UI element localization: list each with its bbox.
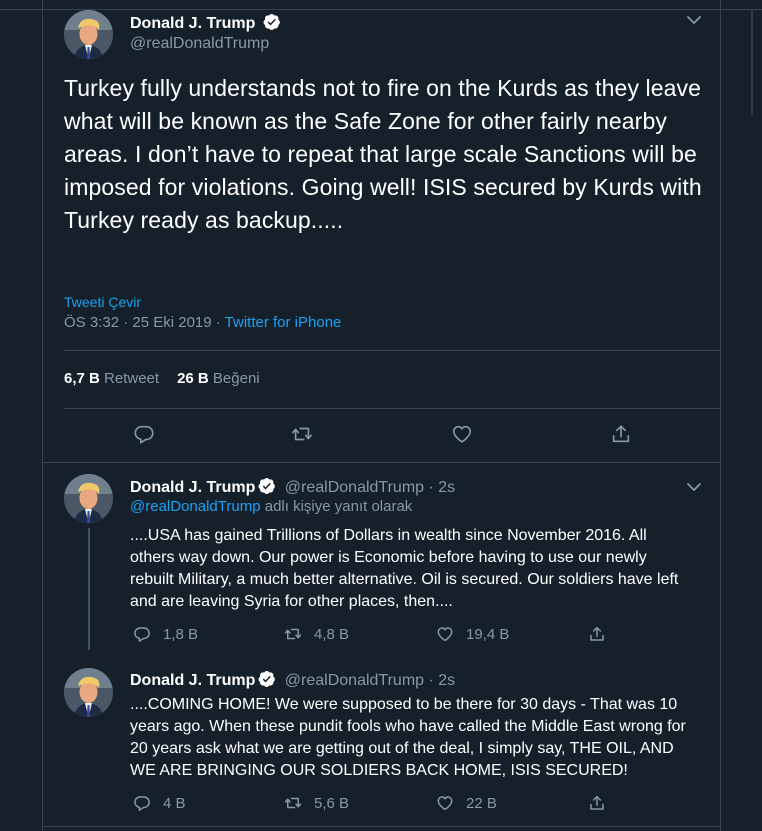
share-icon: [612, 425, 630, 443]
reply-mention-link[interactable]: @realDonaldTrump: [130, 498, 261, 515]
retweets-count: 6,7 B: [64, 370, 100, 387]
tweet-source-link[interactable]: Twitter for iPhone: [225, 314, 342, 331]
divider: [64, 408, 721, 409]
author-name-row[interactable]: Donald J. Trump: [130, 13, 281, 33]
like-button[interactable]: [451, 423, 473, 445]
author-handle[interactable]: @realDonaldTrump · 2s: [285, 479, 455, 496]
retweet-icon: [284, 628, 302, 640]
reply-count: 4 B: [163, 794, 186, 812]
retweet-count: 4,8 B: [314, 625, 350, 643]
retweet-button[interactable]: [291, 423, 313, 445]
verified-badge-icon: [263, 13, 280, 31]
likes-label: Beğeni: [212, 370, 260, 387]
like-button[interactable]: 19,4 B: [436, 624, 509, 644]
reply-icon: [134, 425, 154, 444]
verified-badge-icon: [258, 670, 276, 688]
avatar[interactable]: [64, 474, 113, 523]
retweets-label: Retweet: [104, 370, 160, 387]
share-button[interactable]: [588, 624, 618, 644]
share-icon: [590, 626, 604, 641]
author-name[interactable]: Donald J. Trump: [130, 672, 255, 689]
reply-icon: [134, 796, 150, 811]
replying-to: @realDonaldTrump adlı kişiye yanıt olara…: [130, 498, 412, 515]
reply-button[interactable]: 4 B: [133, 793, 186, 813]
like-count: 22 B: [466, 794, 497, 812]
reply-icon: [134, 627, 150, 642]
chevron-down-icon[interactable]: [686, 482, 702, 492]
avatar-photo: [64, 10, 113, 59]
avatar-photo: [64, 668, 113, 717]
author-name[interactable]: Donald J. Trump: [130, 15, 255, 32]
share-button[interactable]: [588, 793, 618, 813]
scrollbar[interactable]: [751, 10, 753, 115]
author-handle[interactable]: @realDonaldTrump · 2s: [285, 672, 455, 689]
like-icon: [452, 425, 472, 443]
reply-count: 1,8 B: [163, 625, 199, 643]
translate-tweet-link[interactable]: Tweeti Çevir: [64, 294, 141, 310]
verified-badge-icon: [258, 477, 276, 495]
author-name[interactable]: Donald J. Trump: [130, 479, 255, 496]
thread-connector: [88, 528, 90, 650]
avatar[interactable]: [64, 668, 113, 717]
avatar-photo: [64, 474, 113, 523]
share-icon: [590, 795, 604, 810]
author-handle[interactable]: @realDonaldTrump: [130, 35, 269, 53]
reply-text: ....COMING HOME! We were supposed to be …: [130, 696, 686, 779]
top-divider: [0, 9, 762, 10]
reply-header[interactable]: Donald J. Trump @realDonaldTrump · 2s: [130, 477, 455, 497]
tweet-text: Turkey fully understands not to fire on …: [64, 75, 702, 233]
divider: [64, 350, 721, 351]
tweet-stats: 6,7 B Retweet 26 B Beğeni: [64, 370, 260, 387]
like-icon: [437, 627, 453, 642]
avatar[interactable]: [64, 10, 113, 59]
like-count: 19,4 B: [466, 625, 510, 643]
tweet-time[interactable]: ÖS 3:32 · 25 Eki 2019 ·: [64, 314, 225, 331]
chevron-down-icon[interactable]: [686, 15, 702, 25]
retweet-button[interactable]: 5,6 B: [284, 793, 349, 813]
retweet-button[interactable]: 4,8 B: [284, 624, 349, 644]
divider: [42, 462, 721, 463]
reply-text: ....USA has gained Trillions of Dollars …: [130, 527, 679, 610]
reply-to-suffix: adlı kişiye yanıt olarak: [260, 498, 413, 515]
retweet-icon: [292, 427, 312, 441]
likes-stat[interactable]: 26 B Beğeni: [177, 370, 260, 387]
divider: [42, 826, 721, 827]
retweets-stat[interactable]: 6,7 B Retweet: [64, 370, 159, 387]
reply-button[interactable]: 1,8 B: [133, 624, 198, 644]
like-button[interactable]: 22 B: [436, 793, 497, 813]
retweet-count: 5,6 B: [314, 794, 350, 812]
reply-button[interactable]: [133, 423, 155, 445]
like-icon: [437, 796, 453, 811]
reply-header[interactable]: Donald J. Trump @realDonaldTrump · 2s: [130, 670, 455, 690]
share-button[interactable]: [610, 423, 632, 445]
likes-count: 26 B: [177, 370, 209, 387]
retweet-icon: [284, 797, 302, 809]
tweet-meta: ÖS 3:32 · 25 Eki 2019 · Twitter for iPho…: [64, 314, 341, 331]
